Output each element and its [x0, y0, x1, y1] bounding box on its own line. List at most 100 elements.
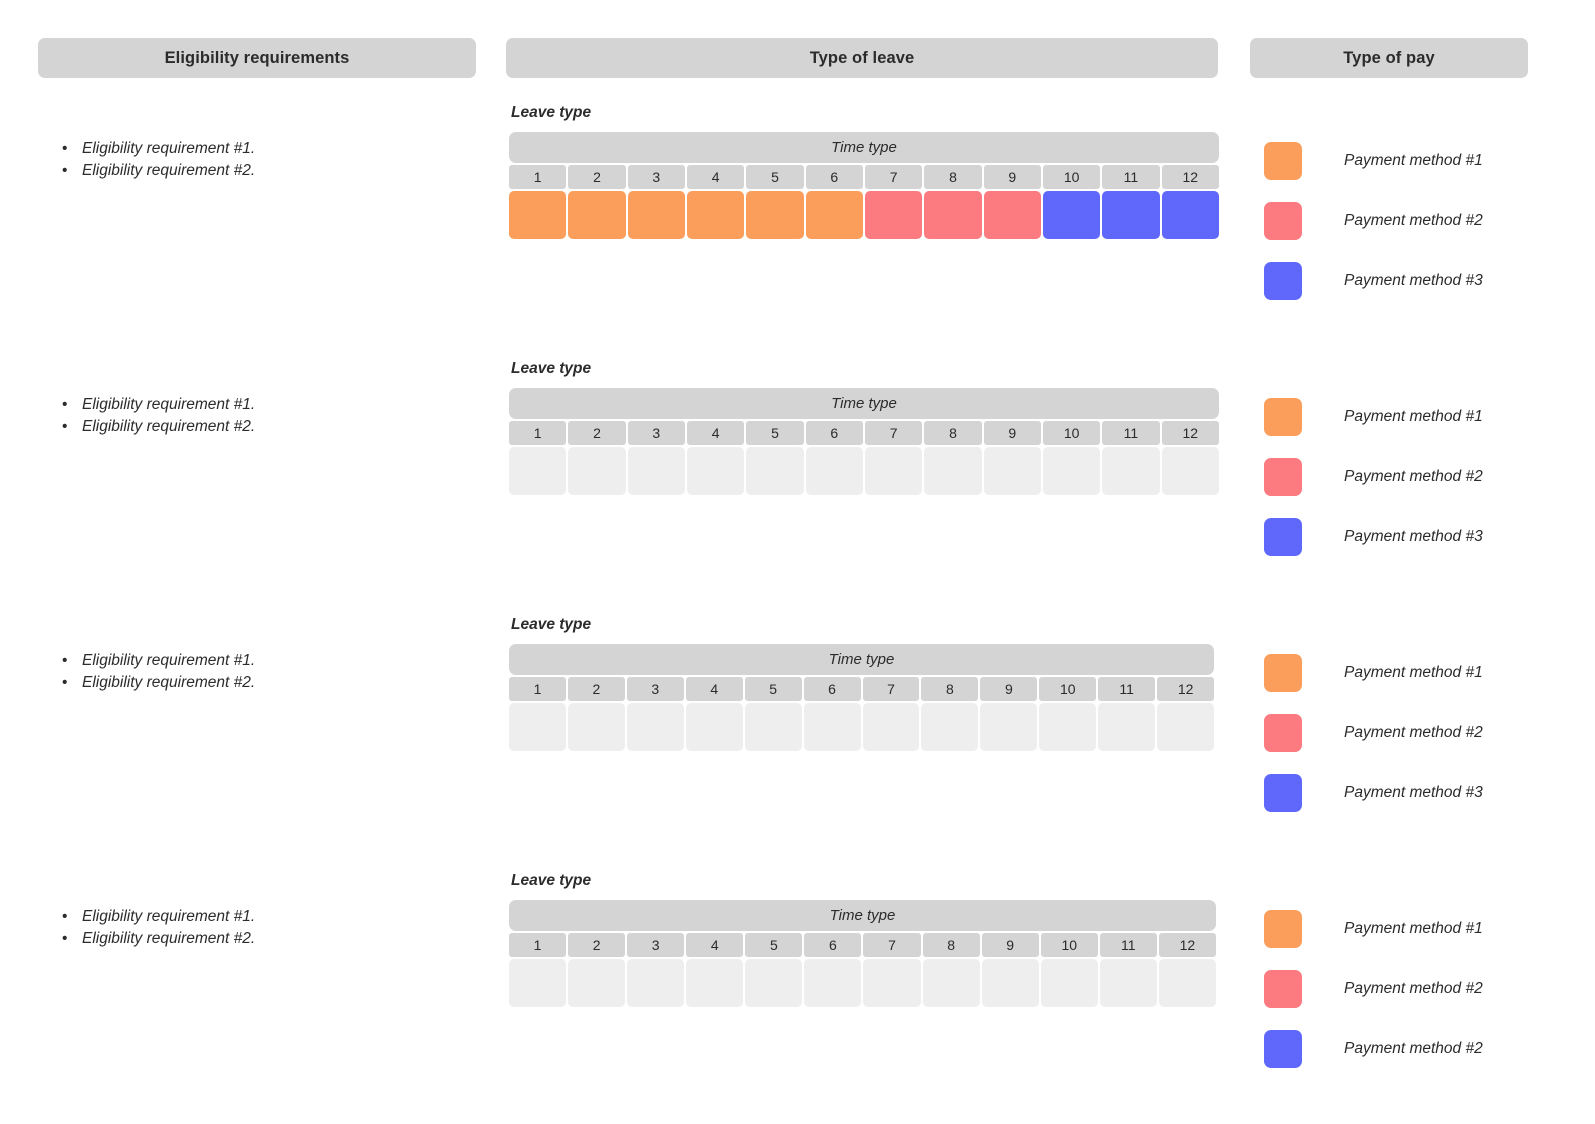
time-column-cell[interactable]: [687, 447, 744, 495]
time-column-cell[interactable]: [984, 191, 1041, 239]
time-column-number[interactable]: 5: [746, 421, 803, 445]
time-column-number[interactable]: 12: [1157, 677, 1214, 701]
time-column-number[interactable]: 8: [924, 165, 981, 189]
time-column-number[interactable]: 10: [1039, 677, 1096, 701]
time-column-number[interactable]: 5: [745, 677, 802, 701]
time-column-cell[interactable]: [865, 191, 922, 239]
time-column-number[interactable]: 4: [687, 165, 744, 189]
time-column-number[interactable]: 3: [627, 933, 684, 957]
time-column-cell[interactable]: [984, 447, 1041, 495]
time-column-number[interactable]: 2: [568, 677, 625, 701]
time-column-cell[interactable]: [1043, 447, 1100, 495]
time-column-cell[interactable]: [1162, 191, 1219, 239]
time-column-cell[interactable]: [1102, 191, 1159, 239]
time-column-cell[interactable]: [1041, 959, 1098, 1007]
time-column-number[interactable]: 2: [568, 421, 625, 445]
time-column-number[interactable]: 7: [865, 421, 922, 445]
time-column-number[interactable]: 1: [509, 421, 566, 445]
time-column-number[interactable]: 3: [628, 165, 685, 189]
time-column-number[interactable]: 1: [509, 165, 566, 189]
time-column-number[interactable]: 11: [1100, 933, 1157, 957]
time-column-number[interactable]: 6: [804, 933, 861, 957]
time-column-number[interactable]: 10: [1041, 933, 1098, 957]
time-column-number[interactable]: 12: [1159, 933, 1216, 957]
time-column-number[interactable]: 7: [863, 933, 920, 957]
time-column-number[interactable]: 8: [924, 421, 981, 445]
time-column-number[interactable]: 11: [1102, 165, 1159, 189]
time-column-cell[interactable]: [921, 703, 978, 751]
time-column-number[interactable]: 1: [509, 677, 566, 701]
time-column-cell[interactable]: [804, 703, 861, 751]
time-column-cell[interactable]: [804, 959, 861, 1007]
time-column-cell[interactable]: [745, 703, 802, 751]
time-column-cell[interactable]: [982, 959, 1039, 1007]
eligibility-requirement-text: Eligibility requirement #1.: [82, 652, 255, 669]
time-column-cell[interactable]: [568, 959, 625, 1007]
time-column-number[interactable]: 6: [804, 677, 861, 701]
time-column-number[interactable]: 3: [627, 677, 684, 701]
time-column-cell[interactable]: [686, 959, 743, 1007]
time-column-cell[interactable]: [865, 447, 922, 495]
time-column-cell[interactable]: [568, 703, 625, 751]
time-column-cell[interactable]: [863, 703, 920, 751]
time-column-cell[interactable]: [568, 447, 625, 495]
time-column-cell[interactable]: [924, 447, 981, 495]
time-column-cell[interactable]: [1039, 703, 1096, 751]
time-column-number[interactable]: 10: [1043, 421, 1100, 445]
time-column-number[interactable]: 4: [686, 677, 743, 701]
time-column-number[interactable]: 9: [982, 933, 1039, 957]
time-column-cell[interactable]: [806, 447, 863, 495]
time-column-number[interactable]: 10: [1043, 165, 1100, 189]
time-column-cell[interactable]: [1102, 447, 1159, 495]
time-column-cell[interactable]: [1159, 959, 1216, 1007]
time-column-cell[interactable]: [746, 447, 803, 495]
time-column-number[interactable]: 9: [984, 421, 1041, 445]
time-column-number[interactable]: 4: [687, 421, 744, 445]
time-column-cell[interactable]: [628, 191, 685, 239]
time-column-cell[interactable]: [568, 191, 625, 239]
time-column-cell[interactable]: [863, 959, 920, 1007]
time-column-number[interactable]: 2: [568, 165, 625, 189]
time-column-number[interactable]: 5: [745, 933, 802, 957]
time-column-cell[interactable]: [1157, 703, 1214, 751]
payment-method-legend-item: Payment method #2: [1264, 714, 1564, 752]
time-column-cell[interactable]: [509, 959, 566, 1007]
time-column-number[interactable]: 11: [1102, 421, 1159, 445]
time-column-number[interactable]: 3: [628, 421, 685, 445]
time-column-cell[interactable]: [509, 703, 566, 751]
time-column-cell[interactable]: [686, 703, 743, 751]
time-column-cell[interactable]: [509, 447, 566, 495]
time-column-cell[interactable]: [509, 191, 566, 239]
time-column-number[interactable]: 5: [746, 165, 803, 189]
time-column-cell[interactable]: [1162, 447, 1219, 495]
time-column-number[interactable]: 8: [923, 933, 980, 957]
payment-method-color-swatch: [1264, 458, 1302, 496]
column-header-eligibility-requirements: Eligibility requirements: [38, 38, 476, 78]
time-column-number[interactable]: 11: [1098, 677, 1155, 701]
time-column-cell[interactable]: [627, 703, 684, 751]
time-column-cell[interactable]: [1043, 191, 1100, 239]
time-column-cell[interactable]: [1098, 703, 1155, 751]
time-column-number[interactable]: 1: [509, 933, 566, 957]
time-column-number[interactable]: 8: [921, 677, 978, 701]
time-column-cell[interactable]: [687, 191, 744, 239]
time-column-number[interactable]: 7: [863, 677, 920, 701]
time-column-cell[interactable]: [923, 959, 980, 1007]
time-column-cell[interactable]: [980, 703, 1037, 751]
time-column-cell[interactable]: [924, 191, 981, 239]
time-column-cell[interactable]: [628, 447, 685, 495]
time-column-number[interactable]: 9: [984, 165, 1041, 189]
time-column-cell[interactable]: [627, 959, 684, 1007]
time-column-cell[interactable]: [746, 191, 803, 239]
time-column-number[interactable]: 2: [568, 933, 625, 957]
time-column-number[interactable]: 12: [1162, 421, 1219, 445]
time-column-number[interactable]: 4: [686, 933, 743, 957]
time-column-cell[interactable]: [745, 959, 802, 1007]
time-column-number[interactable]: 6: [806, 165, 863, 189]
time-column-number[interactable]: 12: [1162, 165, 1219, 189]
time-column-cell[interactable]: [1100, 959, 1157, 1007]
time-column-number[interactable]: 6: [806, 421, 863, 445]
time-column-number[interactable]: 9: [980, 677, 1037, 701]
time-column-number[interactable]: 7: [865, 165, 922, 189]
time-column-cell[interactable]: [806, 191, 863, 239]
